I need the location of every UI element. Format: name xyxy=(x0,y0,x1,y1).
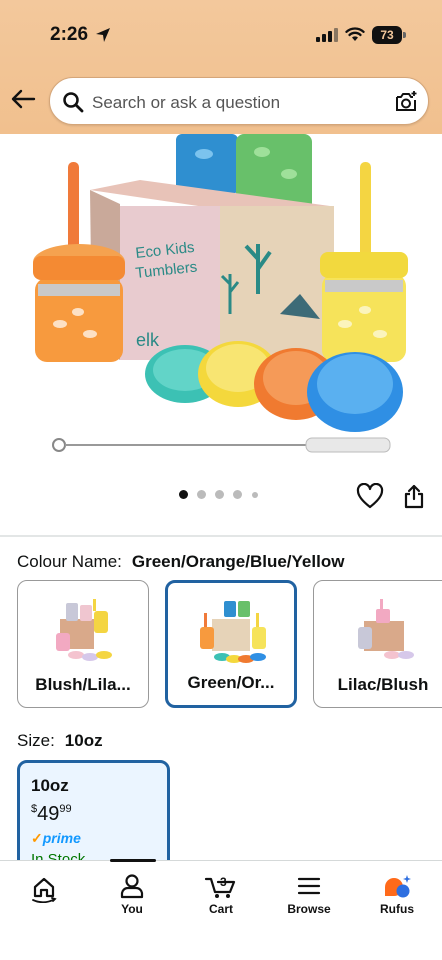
rufus-assistant-icon xyxy=(385,875,411,898)
pagination-dot[interactable] xyxy=(197,490,206,499)
status-bar: 2:26 73 xyxy=(0,0,442,62)
colour-thumbnail-image xyxy=(56,599,112,661)
product-image: Eco Kids Tumblers elk xyxy=(33,134,408,453)
colour-thumbnail-image xyxy=(200,601,266,663)
colour-option-lilac-blush[interactable]: Lilac/Blush xyxy=(313,580,442,708)
cart-count-badge: 3 xyxy=(220,875,227,889)
colour-option-label: Lilac/Blush xyxy=(337,675,429,694)
size-option-name: 10oz xyxy=(31,776,69,795)
pagination-dot[interactable] xyxy=(215,490,224,499)
size-option-price: $4999 xyxy=(31,803,72,826)
active-tab-indicator xyxy=(110,859,156,862)
home-icon xyxy=(32,877,57,903)
nav-label: Cart xyxy=(208,902,233,916)
product-image-gallery[interactable]: Eco Kids Tumblers elk xyxy=(0,134,442,474)
bottom-navigation: You 3 Cart Browse Rufus xyxy=(0,859,442,960)
nav-item-you[interactable]: You xyxy=(97,873,167,916)
nav-label: Rufus xyxy=(380,902,414,916)
nav-item-home[interactable] xyxy=(9,873,79,906)
colour-option-green-orange[interactable]: Green/Or... xyxy=(165,580,297,708)
prime-check-icon: ✓ xyxy=(31,830,43,846)
heart-icon[interactable] xyxy=(356,483,384,509)
colour-option-blush-lilac[interactable]: Blush/Lila... xyxy=(17,580,149,708)
price-whole: 49 xyxy=(37,803,60,825)
nav-item-browse[interactable]: Browse xyxy=(274,873,344,916)
colour-thumbnail-image xyxy=(358,599,414,659)
pagination-dot[interactable] xyxy=(233,490,242,499)
size-value: 10oz xyxy=(64,731,103,750)
search-icon xyxy=(63,92,84,113)
camera-search-icon[interactable] xyxy=(394,90,418,114)
section-divider xyxy=(0,535,442,537)
cellular-signal-icon xyxy=(316,28,338,42)
menu-icon xyxy=(297,877,321,895)
wifi-icon xyxy=(345,27,365,41)
nav-label: You xyxy=(121,902,143,916)
person-icon xyxy=(120,874,144,899)
search-bar[interactable]: Search or ask a question xyxy=(49,77,429,125)
back-arrow-icon[interactable] xyxy=(10,88,36,110)
location-arrow-icon xyxy=(96,28,110,42)
box-brand: elk xyxy=(136,330,160,350)
prime-label: prime xyxy=(42,830,81,846)
share-icon[interactable] xyxy=(403,483,425,509)
colour-name-value: Green/Orange/Blue/Yellow xyxy=(131,552,345,571)
pagination-dot-active[interactable] xyxy=(179,490,188,499)
header-bar: 2:26 73 Search or ask a question xyxy=(0,0,442,134)
size-label: Size: xyxy=(17,731,55,750)
battery-tip xyxy=(403,32,406,38)
colour-option-label: Green/Or... xyxy=(187,673,275,692)
colour-name-label: Colour Name: xyxy=(17,552,122,571)
cart-icon: 3 xyxy=(204,875,236,898)
colour-name-row: Colour Name: Green/Orange/Blue/Yellow xyxy=(17,552,344,572)
price-fraction: 99 xyxy=(59,803,72,815)
colour-option-label: Blush/Lila... xyxy=(35,675,131,694)
nav-item-cart[interactable]: 3 Cart xyxy=(186,873,256,916)
search-input[interactable]: Search or ask a question xyxy=(92,93,280,113)
pagination-dot[interactable] xyxy=(252,492,258,498)
nav-item-rufus[interactable]: Rufus xyxy=(362,873,432,916)
nav-label: Browse xyxy=(287,902,331,916)
prime-badge: ✓prime xyxy=(31,830,81,847)
battery-indicator: 73 xyxy=(372,26,402,44)
size-row: Size: 10oz xyxy=(17,731,103,751)
status-time: 2:26 xyxy=(50,24,89,45)
